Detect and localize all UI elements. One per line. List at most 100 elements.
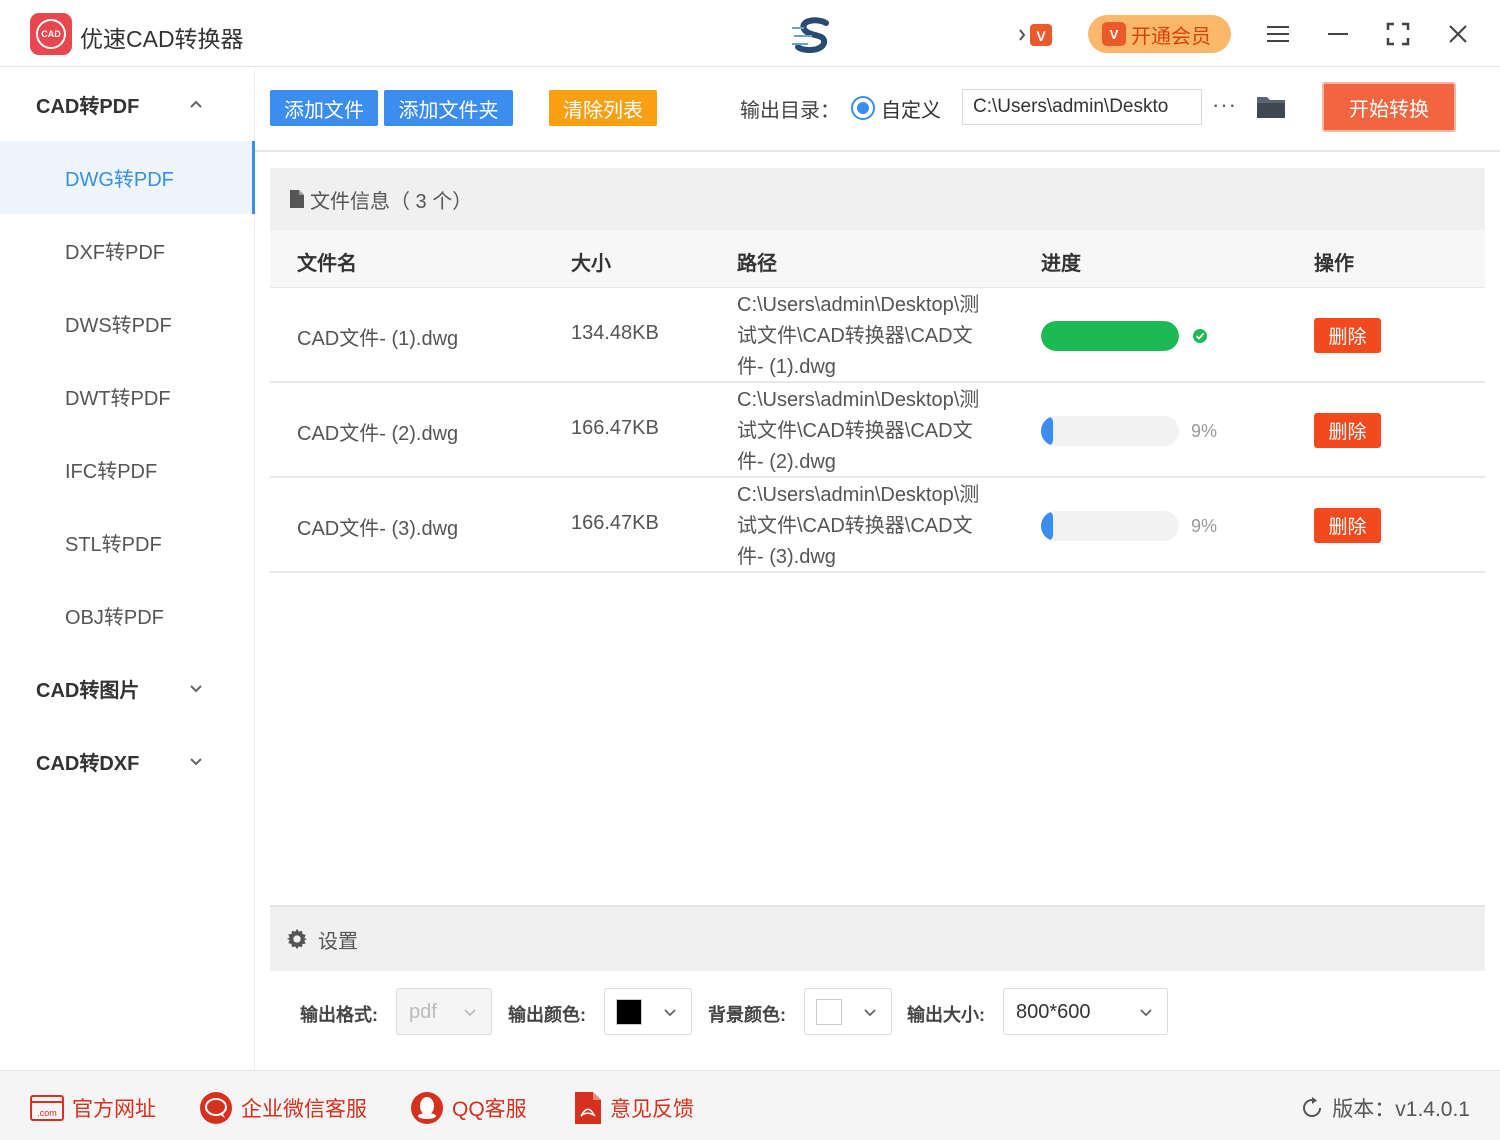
settings-panel: 输出格式: pdf 输出颜色: 背景颜色: 输出大小: 800*600 [270, 971, 1485, 1053]
file-size: 166.47KB [571, 417, 659, 439]
sidebar-group-cad-to-image[interactable]: CAD转图片 [0, 652, 255, 725]
minimize-button[interactable] [1320, 16, 1356, 52]
output-format-select[interactable]: pdf [396, 988, 492, 1035]
close-icon [1449, 25, 1467, 43]
progress-fill [1041, 511, 1054, 541]
footer: .com 官方网址 企业微信客服 QQ客服 意见反馈 版本：v1.4.0.1 [0, 1070, 1500, 1140]
add-file-button[interactable]: 添加文件 [270, 90, 378, 126]
gear-icon [286, 928, 308, 950]
more-options-button[interactable]: ··· [1212, 92, 1237, 118]
progress-bar [1041, 321, 1179, 351]
column-header-size: 大小 [571, 253, 611, 275]
column-header-path: 路径 [737, 253, 777, 275]
progress-bar [1041, 416, 1179, 446]
file-name: CAD文件- (1).dwg [297, 328, 459, 350]
output-color-label: 输出颜色: [508, 1005, 586, 1025]
minimize-icon [1328, 33, 1348, 35]
custom-radio-label[interactable]: 自定义 [881, 94, 941, 123]
sidebar: CAD转PDF DWG转PDF DXF转PDF DWS转PDF DWT转PDF … [0, 68, 255, 1070]
menu-button[interactable] [1260, 16, 1296, 52]
settings-header: 设置 [270, 905, 1485, 971]
output-size-value: 800*600 [1016, 1001, 1091, 1023]
file-name: CAD文件- (3).dwg [297, 518, 459, 540]
file-path: C:\Users\admin\Desktop\测试文件\CAD转换器\CAD文件… [737, 294, 980, 378]
column-header-action: 操作 [1314, 253, 1354, 275]
app-logo-icon: CAD [30, 13, 72, 55]
chevron-down-icon [190, 685, 202, 693]
svg-text:V: V [1036, 28, 1046, 44]
delete-button[interactable]: 删除 [1314, 413, 1381, 448]
pdf-feedback-icon [575, 1092, 601, 1124]
output-format-value: pdf [409, 1001, 437, 1023]
website-icon: .com [30, 1095, 64, 1121]
background-color-label: 背景颜色: [708, 1005, 786, 1025]
close-button[interactable] [1440, 16, 1476, 52]
output-color-select[interactable] [604, 988, 692, 1035]
chevron-down-icon [464, 1009, 476, 1017]
check-circle-icon [1193, 329, 1207, 343]
file-size: 134.48KB [571, 322, 659, 344]
sidebar-item-dxf-to-pdf[interactable]: DXF转PDF [0, 214, 255, 287]
wechat-service-link[interactable]: 企业微信客服 [199, 1091, 367, 1125]
progress-percent: 9% [1191, 516, 1218, 536]
file-name: CAD文件- (2).dwg [297, 423, 459, 445]
hamburger-menu-icon [1267, 26, 1289, 42]
feedback-link[interactable]: 意见反馈 [574, 1091, 694, 1125]
progress-fill [1041, 416, 1054, 446]
chevron-up-icon [190, 100, 202, 108]
progress-fill [1041, 321, 1179, 351]
chevron-down-icon [190, 758, 202, 766]
column-header-progress: 进度 [1041, 253, 1081, 275]
settings-title: 设置 [318, 930, 358, 953]
table-row: CAD文件- (3).dwg 166.47KB C:\Users\admin\D… [270, 478, 1485, 573]
website-link[interactable]: .com 官方网址 [30, 1091, 156, 1125]
output-format-label: 输出格式: [300, 1005, 378, 1025]
sidebar-item-obj-to-pdf[interactable]: OBJ转PDF [0, 579, 255, 652]
vip-icon[interactable]: V [1018, 22, 1054, 48]
document-icon [290, 190, 304, 208]
delete-button[interactable]: 删除 [1314, 508, 1381, 543]
start-convert-button[interactable]: 开始转换 [1322, 82, 1456, 132]
folder-icon[interactable] [1256, 92, 1286, 120]
background-color-select[interactable] [804, 988, 892, 1035]
background-color-swatch [816, 999, 842, 1025]
sidebar-group-cad-to-pdf[interactable]: CAD转PDF [0, 68, 255, 141]
output-size-select[interactable]: 800*600 [1003, 988, 1168, 1035]
sidebar-item-dwt-to-pdf[interactable]: DWT转PDF [0, 360, 255, 433]
output-path-input[interactable] [962, 89, 1202, 125]
sidebar-item-ifc-to-pdf[interactable]: IFC转PDF [0, 433, 255, 506]
output-color-swatch [616, 999, 642, 1025]
sidebar-item-dwg-to-pdf[interactable]: DWG转PDF [0, 141, 255, 214]
delete-button[interactable]: 删除 [1314, 318, 1381, 353]
chevron-down-icon [1140, 1009, 1152, 1017]
version-info[interactable]: 版本：v1.4.0.1 [1300, 1093, 1470, 1123]
fullscreen-icon [1386, 22, 1410, 46]
qq-service-link[interactable]: QQ客服 [410, 1091, 527, 1125]
file-path: C:\Users\admin\Desktop\测试文件\CAD转换器\CAD文件… [737, 484, 980, 568]
sidebar-group-cad-to-dxf[interactable]: CAD转DXF [0, 725, 255, 798]
vip-badge-icon: V [1102, 22, 1126, 46]
sidebar-item-dws-to-pdf[interactable]: DWS转PDF [0, 287, 255, 360]
table-row: CAD文件- (1).dwg 134.48KB C:\Users\admin\D… [270, 288, 1485, 383]
table-header: 文件名 大小 路径 进度 操作 [270, 230, 1485, 288]
table-row: CAD文件- (2).dwg 166.47KB C:\Users\admin\D… [270, 383, 1485, 478]
chevron-down-icon [864, 1009, 876, 1017]
open-vip-label: 开通会员 [1131, 25, 1211, 48]
svg-text:.com: .com [37, 1108, 57, 1118]
clear-list-button[interactable]: 清除列表 [549, 90, 657, 126]
file-path: C:\Users\admin\Desktop\测试文件\CAD转换器\CAD文件… [737, 389, 980, 473]
output-size-label: 输出大小: [907, 1005, 985, 1025]
maximize-button[interactable] [1380, 16, 1416, 52]
progress-bar [1041, 511, 1179, 541]
sidebar-item-stl-to-pdf[interactable]: STL转PDF [0, 506, 255, 579]
open-vip-button[interactable]: V 开通会员 [1088, 15, 1231, 53]
wechat-icon [200, 1092, 232, 1124]
custom-radio[interactable] [851, 96, 875, 120]
title-bar: CAD 优速CAD转换器 V V 开通会员 [0, 0, 1500, 67]
qq-icon [411, 1092, 443, 1124]
brand-s-icon [792, 17, 829, 54]
output-dir-label: 输出目录： [740, 100, 840, 122]
add-folder-button[interactable]: 添加文件夹 [384, 90, 513, 126]
file-info-title: 文件信息（ 3 个） [310, 190, 473, 213]
app-title: 优速CAD转换器 [80, 26, 244, 52]
